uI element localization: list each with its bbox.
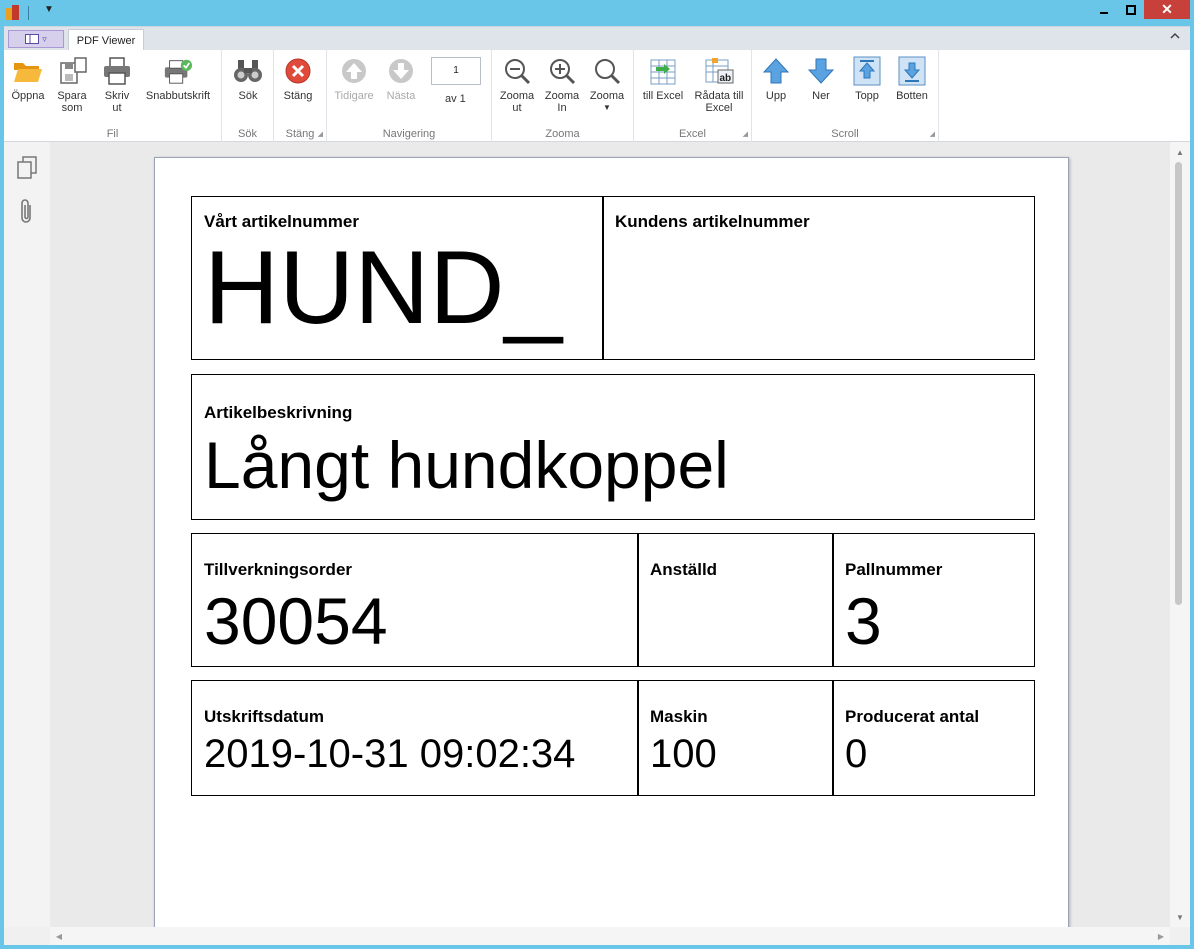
minimize-button[interactable] <box>1090 0 1118 19</box>
field-article-description: Artikelbeskrivning Långt hundkoppel <box>191 374 1035 520</box>
folder-open-icon <box>13 56 43 86</box>
ribbon-tabstrip: ▿ PDF Viewer <box>4 26 1190 51</box>
pages-icon[interactable] <box>14 154 40 182</box>
quick-print-button[interactable]: Snabbutskrift <box>142 56 214 102</box>
arrow-up-circle-icon <box>339 56 369 86</box>
zoom-in-icon <box>547 56 577 86</box>
scroll-top-icon <box>852 56 882 86</box>
field-produced-quantity: Producerat antal 0 <box>832 680 1035 796</box>
document-canvas[interactable]: Vårt artikelnummer HUND_ Kundens artikel… <box>50 142 1170 927</box>
scroll-bottom-button[interactable]: Botten <box>892 56 932 102</box>
raw-data-icon: ab <box>704 56 734 86</box>
open-button[interactable]: Öppna <box>8 56 48 102</box>
quick-print-icon <box>163 56 193 86</box>
scroll-down-button[interactable]: Ner <box>801 56 841 102</box>
scroll-up-button[interactable]: Upp <box>756 56 796 102</box>
app-icon[interactable] <box>6 5 20 21</box>
arrow-down-circle-icon <box>386 56 416 86</box>
printer-icon <box>102 56 132 86</box>
stang-dialog-launcher-icon[interactable]: ◢ <box>318 130 323 138</box>
app-menu-button[interactable]: ▿ <box>8 30 64 48</box>
title-bar: ▼ ✕ <box>0 0 1194 26</box>
group-stang: Stäng Stäng ◢ <box>274 50 327 142</box>
quick-access-separator <box>28 6 29 20</box>
group-sok: Sök Sök <box>222 50 274 142</box>
arrow-up-icon <box>761 56 791 86</box>
vertical-scroll-thumb[interactable] <box>1175 162 1182 605</box>
horizontal-scrollbar[interactable]: ◀ ▶ <box>50 927 1170 945</box>
print-button[interactable]: Skriv ut <box>97 56 137 114</box>
close-window-button[interactable]: ✕ <box>1144 0 1190 19</box>
excel-dialog-launcher-icon[interactable]: ◢ <box>743 130 748 138</box>
close-icon <box>283 56 313 86</box>
zoom-out-icon <box>502 56 532 86</box>
binoculars-icon <box>233 56 263 86</box>
svg-text:ab: ab <box>720 73 732 84</box>
zoom-out-button[interactable]: Zooma ut <box>496 56 538 114</box>
scroll-top-button[interactable]: Topp <box>847 56 887 102</box>
scroll-right-arrow-icon[interactable]: ▶ <box>1152 927 1170 945</box>
quick-access-dropdown-icon[interactable]: ▼ <box>44 4 54 15</box>
pdf-page: Vårt artikelnummer HUND_ Kundens artikel… <box>154 157 1069 927</box>
side-panel <box>4 142 50 927</box>
save-as-icon <box>57 56 87 86</box>
page-number-input[interactable]: 1 <box>431 57 481 85</box>
field-production-order: Tillverkningsorder 30054 <box>191 533 639 667</box>
attachment-icon[interactable] <box>14 197 40 225</box>
save-as-button[interactable]: Spara som <box>52 56 92 114</box>
scroll-left-arrow-icon[interactable]: ◀ <box>50 927 68 945</box>
close-document-button[interactable]: Stäng <box>278 56 318 102</box>
scrollbar-corner <box>1170 927 1190 945</box>
page-count-label: av 1 <box>445 93 466 105</box>
group-zooma: Zooma ut Zooma In Zooma ▼ Zooma <box>492 50 634 142</box>
field-machine: Maskin 100 <box>637 680 834 796</box>
scroll-down-arrow-icon[interactable]: ▼ <box>1170 909 1190 925</box>
search-button[interactable]: Sök <box>228 56 268 102</box>
previous-page-button[interactable]: Tidigare <box>331 56 377 102</box>
field-our-article-number: Vårt artikelnummer HUND_ <box>191 196 604 360</box>
work-area: Vårt artikelnummer HUND_ Kundens artikel… <box>4 142 1190 945</box>
field-pallet-number: Pallnummer 3 <box>832 533 1035 667</box>
vertical-scrollbar[interactable]: ▲ ▼ <box>1170 142 1190 927</box>
group-scroll: Upp Ner Topp Botten Scroll ◢ <box>752 50 939 142</box>
group-excel: till Excel ab Rådata till Excel Excel ◢ <box>634 50 752 142</box>
raw-data-excel-button[interactable]: ab Rådata till Excel <box>690 56 748 114</box>
excel-export-icon <box>648 56 678 86</box>
field-employee: Anställd <box>637 533 834 667</box>
maximize-button[interactable] <box>1118 0 1144 19</box>
scroll-dialog-launcher-icon[interactable]: ◢ <box>930 130 935 138</box>
scroll-bottom-icon <box>897 56 927 86</box>
tab-pdf-viewer[interactable]: PDF Viewer <box>68 29 144 51</box>
magnifier-icon <box>592 56 622 86</box>
scroll-up-arrow-icon[interactable]: ▲ <box>1170 144 1190 160</box>
ribbon: Öppna Spara som Skriv ut Snabbutskrift F… <box>4 50 1190 142</box>
arrow-down-icon <box>806 56 836 86</box>
group-fil: Öppna Spara som Skriv ut Snabbutskrift F… <box>4 50 222 142</box>
chevron-down-icon: ▿ <box>42 33 47 44</box>
export-excel-button[interactable]: till Excel <box>638 56 688 102</box>
field-customer-article-number: Kundens artikelnummer <box>602 196 1035 360</box>
next-page-button[interactable]: Nästa <box>381 56 421 102</box>
zoom-dropdown-button[interactable]: Zooma ▼ <box>586 56 628 114</box>
zoom-in-button[interactable]: Zooma In <box>541 56 583 114</box>
collapse-ribbon-icon[interactable] <box>1170 31 1180 42</box>
group-navigering: Tidigare Nästa 1 av 1 Navigering <box>327 50 492 142</box>
field-print-date: Utskriftsdatum 2019-10-31 09:02:34 <box>191 680 639 796</box>
chevron-down-icon: ▼ <box>603 103 611 112</box>
